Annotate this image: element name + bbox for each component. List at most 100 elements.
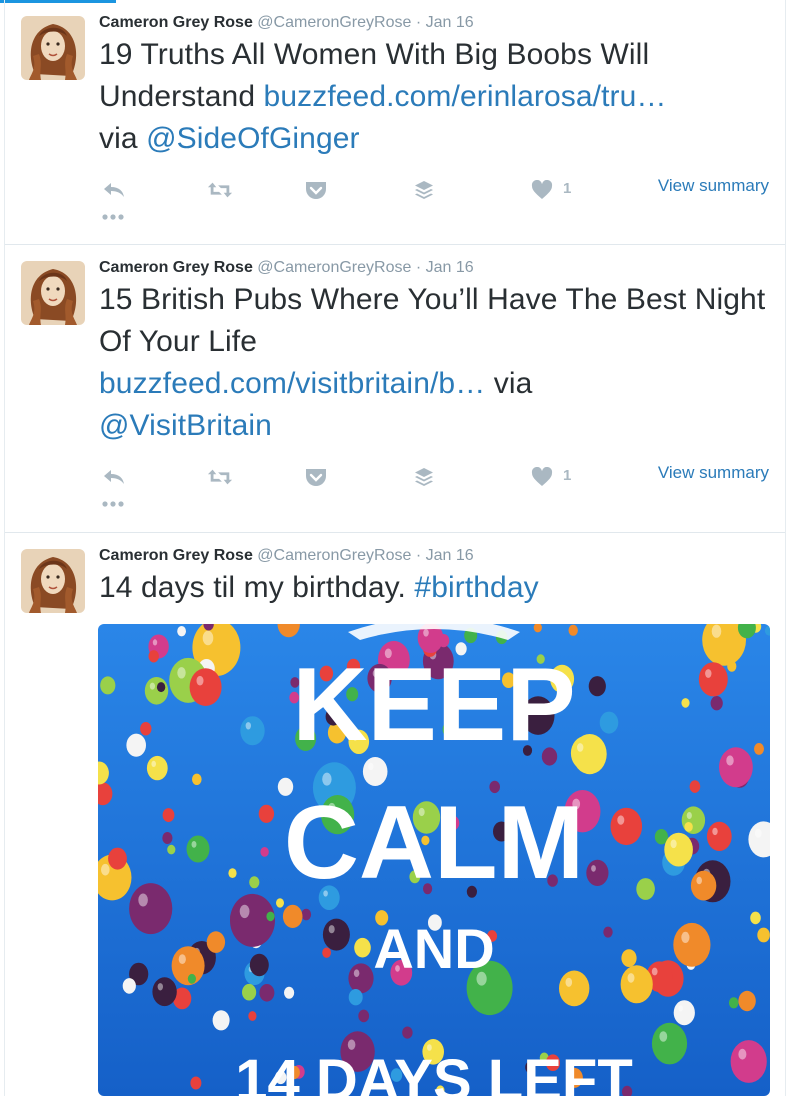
balloon-shape — [698, 662, 728, 697]
balloon-shape — [322, 918, 350, 951]
author-username[interactable]: @CameronGreyRose — [257, 14, 411, 31]
mention-link[interactable]: @VisitBritain — [99, 409, 272, 442]
tweet-timestamp[interactable]: Jan 16 — [426, 547, 474, 564]
author-name[interactable]: Cameron Grey Rose — [99, 14, 253, 31]
buffer-button[interactable] — [411, 180, 437, 200]
heart-icon — [531, 180, 553, 199]
balloon-shape — [242, 983, 257, 1001]
balloon-shape — [156, 682, 166, 693]
poster-line-calm: CALM — [284, 785, 584, 901]
balloon-shape — [651, 1022, 688, 1065]
tweet-text: 15 British Pubs Where You’ll Have The Be… — [99, 279, 769, 447]
balloon-shape — [757, 927, 770, 943]
balloon-highlight — [138, 893, 148, 907]
balloon-highlight — [423, 629, 429, 637]
more-button[interactable] — [101, 208, 127, 226]
balloon-shape — [126, 733, 146, 757]
tweet-content: Cameron Grey Rose @CameronGreyRose · Jan… — [99, 12, 769, 224]
balloon-shape — [146, 755, 168, 781]
balloon-highlight — [157, 983, 163, 991]
balloon-shape — [152, 977, 177, 1007]
retweet-button[interactable] — [207, 180, 233, 200]
more-button[interactable] — [101, 495, 127, 513]
balloon-highlight — [591, 865, 596, 872]
balloon-highlight — [149, 682, 155, 690]
balloon-shape — [276, 898, 284, 908]
balloon-highlight — [322, 772, 332, 786]
view-summary-link[interactable]: View summary — [658, 463, 769, 483]
balloon-shape — [588, 676, 606, 697]
more-icon — [102, 501, 124, 507]
balloon-shape — [754, 743, 764, 755]
balloon-highlight — [191, 841, 197, 848]
text-segment: 14 days til my birthday. — [99, 571, 415, 604]
like-button[interactable] — [529, 180, 555, 200]
like-button[interactable] — [529, 467, 555, 487]
balloon-shape — [162, 808, 175, 823]
retweet-button[interactable] — [207, 467, 233, 487]
balloon-shape — [690, 870, 717, 901]
mention-link[interactable]: @SideOfGinger — [146, 122, 360, 155]
pocket-button[interactable] — [303, 467, 329, 487]
balloon-shape — [402, 1026, 413, 1039]
author-username[interactable]: @CameronGreyRose — [257, 259, 411, 276]
avatar[interactable] — [21, 549, 85, 613]
like-count: 1 — [563, 467, 572, 484]
tweet-content: Cameron Grey Rose @CameronGreyRose · Jan… — [99, 545, 769, 609]
tweet-actions: 1 View summary — [99, 455, 769, 511]
view-summary-link[interactable]: View summary — [658, 176, 769, 196]
balloon-shape — [122, 978, 136, 994]
balloon-highlight — [151, 760, 156, 767]
balloon-highlight — [577, 743, 584, 752]
balloon-shape — [322, 947, 331, 958]
tweet-timestamp[interactable]: Jan 16 — [426, 14, 474, 31]
balloon-highlight — [617, 815, 625, 825]
hashtag-link[interactable]: #birthday — [414, 571, 538, 604]
url-link[interactable]: buzzfeed.com/visitbritain/b… — [99, 367, 485, 400]
balloon-highlight — [712, 827, 718, 836]
balloon-shape — [610, 807, 643, 846]
avatar[interactable] — [21, 16, 85, 80]
author-username[interactable]: @CameronGreyRose — [257, 547, 411, 564]
tweet-timestamp[interactable]: Jan 16 — [426, 259, 474, 276]
tweet-actions: 1 View summary — [99, 168, 769, 224]
balloon-shape — [681, 806, 706, 834]
balloon-shape — [266, 911, 275, 922]
balloon-highlight — [353, 969, 360, 977]
separator-dot: · — [415, 259, 422, 276]
balloon-shape — [603, 926, 613, 938]
balloon-shape — [568, 624, 578, 636]
balloon-shape — [129, 883, 173, 935]
balloon-shape — [684, 822, 693, 832]
balloon-shape — [689, 780, 701, 793]
balloon-shape — [730, 1040, 767, 1083]
tweet[interactable]: Cameron Grey Rose @CameronGreyRose · Jan… — [5, 245, 785, 533]
balloon-highlight — [239, 904, 250, 919]
reply-button[interactable] — [101, 180, 127, 200]
pocket-button[interactable] — [303, 180, 329, 200]
balloon-shape — [348, 963, 374, 994]
pocket-icon — [306, 469, 326, 486]
text-segment: via — [99, 122, 147, 155]
balloon-highlight — [651, 967, 658, 976]
balloon-shape — [228, 868, 237, 878]
balloon-highlight — [738, 1048, 747, 1060]
url-link[interactable]: buzzfeed.com/erinlarosa/tru… — [264, 80, 667, 113]
balloon-highlight — [368, 762, 374, 771]
balloon-highlight — [659, 1031, 668, 1042]
balloon-shape — [681, 698, 690, 708]
avatar[interactable] — [21, 261, 85, 325]
author-name[interactable]: Cameron Grey Rose — [99, 547, 253, 564]
balloon-shape — [621, 949, 637, 967]
balloon-shape — [260, 847, 269, 857]
balloon-shape — [230, 911, 240, 923]
tweet-media-image[interactable]: KEEP CALM AND 14 DAYS LEFT — [98, 624, 770, 1096]
author-name[interactable]: Cameron Grey Rose — [99, 259, 253, 276]
balloon-shape — [162, 832, 173, 844]
balloon-shape — [358, 1009, 370, 1023]
tweet[interactable]: Cameron Grey Rose @CameronGreyRose · Jan… — [5, 0, 785, 245]
balloon-highlight — [202, 630, 214, 646]
buffer-button[interactable] — [411, 467, 437, 487]
balloon-shape — [559, 970, 590, 1007]
reply-button[interactable] — [101, 467, 127, 487]
